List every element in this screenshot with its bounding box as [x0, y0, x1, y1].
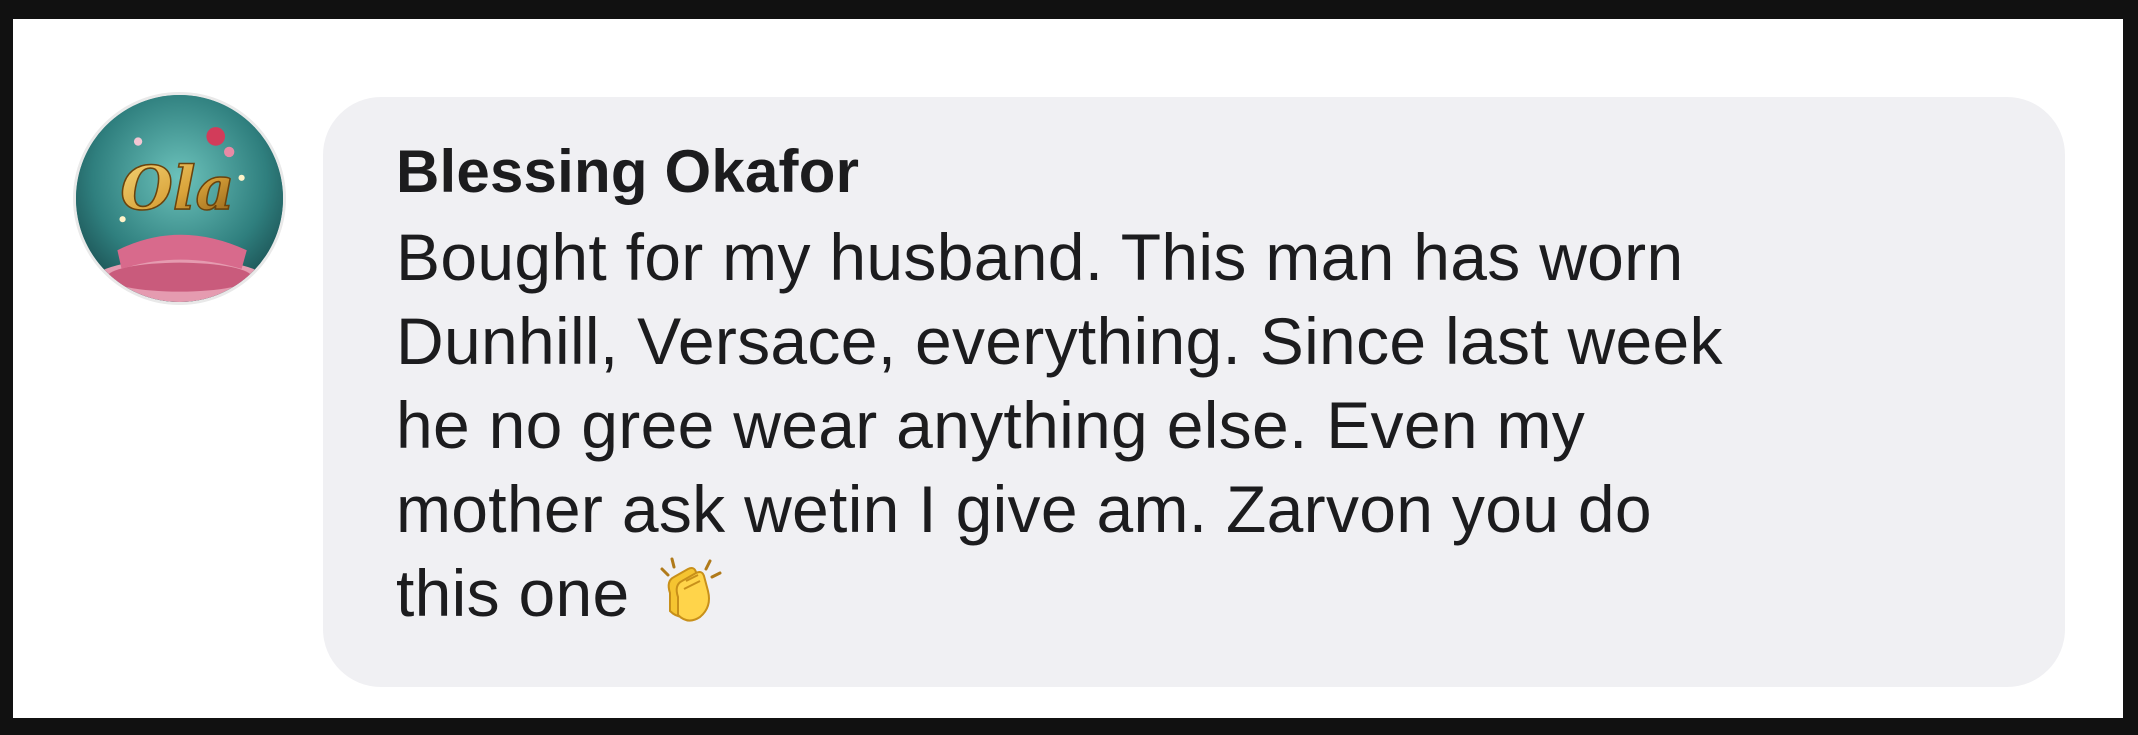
- comment-bubble: Blessing Okafor Bought for my husband. T…: [323, 97, 2065, 687]
- avatar-label: Ola: [120, 154, 234, 224]
- profile-avatar[interactable]: Ola: [76, 95, 283, 302]
- clapping-hands-icon: [648, 551, 728, 631]
- comment-text-line: Dunhill, Versace, everything. Since last…: [396, 304, 1723, 378]
- comment-author-name[interactable]: Blessing Okafor: [396, 137, 859, 206]
- comment-card: Ola Blessing Okafor Bought for my husban…: [13, 19, 2123, 718]
- comment-text: Bought for my husband. This man has worn…: [396, 215, 2036, 639]
- comment-text-line: he no gree wear anything else. Even my: [396, 388, 1586, 462]
- avatar-ola-icon: Ola: [76, 95, 283, 302]
- comment-text-line: Bought for my husband. This man has worn: [396, 220, 1684, 294]
- comment-text-line: mother ask wetin I give am. Zarvon you d…: [396, 472, 1652, 546]
- comment-text-line-last: this one: [396, 551, 2036, 639]
- comment-text-line-end: this one: [396, 556, 630, 630]
